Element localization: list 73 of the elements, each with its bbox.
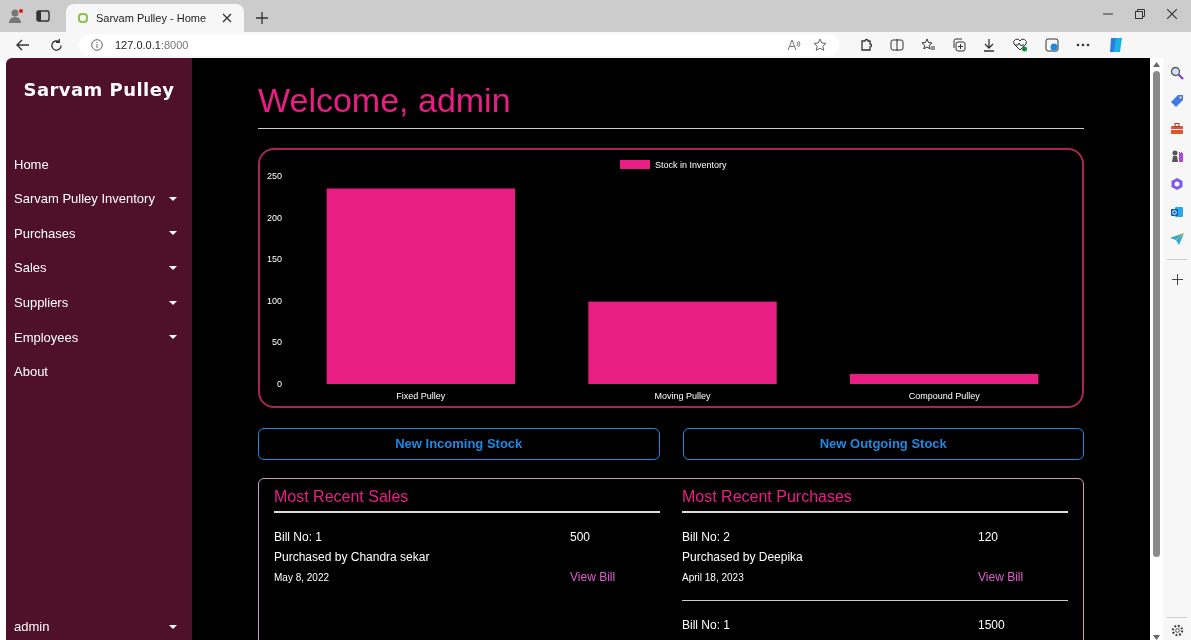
nav-item[interactable]: Purchases	[6, 216, 192, 251]
axis-category-label: Moving Pulley	[654, 391, 711, 401]
page-heading: Welcome, admin	[258, 78, 1084, 129]
bill-amount: 1500	[978, 617, 1006, 634]
axis-tick-label: 100	[266, 295, 282, 306]
close-icon[interactable]	[1167, 9, 1177, 19]
address-bar[interactable]: 127.0.0.1:8000	[79, 34, 839, 56]
nav-item[interactable]: Suppliers	[6, 285, 192, 320]
axis-category-label: Compound Pulley	[908, 391, 980, 401]
health-icon[interactable]	[1012, 38, 1028, 52]
copilot-icon[interactable]	[1107, 36, 1125, 54]
bill-date: May 8, 2022	[274, 570, 331, 585]
url-port-text: :8000	[160, 38, 189, 51]
site-favicon	[78, 13, 88, 23]
stock-button[interactable]: New Incoming Stock	[258, 428, 660, 460]
legend-label: Stock in Inventory	[655, 160, 727, 170]
scroll-down-icon[interactable]	[1153, 635, 1160, 640]
bill-date: April 18, 2023	[682, 570, 745, 585]
party-name: Purchased by Chandra sekar	[274, 549, 431, 566]
scroll-up-icon[interactable]	[1153, 62, 1160, 67]
stock-button[interactable]: New Outgoing Stock	[682, 428, 1084, 460]
reload-icon[interactable]	[50, 38, 63, 52]
bill-number: Bill No: 1	[682, 617, 732, 634]
collections-icon[interactable]	[952, 38, 966, 52]
axis-category-label: Fixed Pulley	[396, 391, 446, 401]
section-title: Most Recent Purchases	[682, 485, 1068, 513]
section-title: Most Recent Sales	[274, 485, 660, 513]
read-aloud-icon[interactable]	[787, 39, 801, 51]
toolbox-icon[interactable]	[1170, 122, 1184, 135]
info-icon	[91, 39, 103, 51]
bill-number: Bill No: 1	[274, 529, 324, 546]
close-icon[interactable]	[222, 13, 232, 23]
axis-tick-label: 0	[277, 379, 282, 389]
brand-title: Sarvam Pulley	[22, 78, 176, 102]
view-bill-link[interactable]: View Bill	[570, 568, 660, 586]
tab-title: Sarvam Pulley - Home	[96, 10, 208, 26]
bill-amount: 500	[570, 529, 592, 546]
scrollbar-thumb[interactable]	[1153, 71, 1160, 557]
tag-icon[interactable]	[1170, 94, 1184, 108]
view-bill-link[interactable]: View Bill	[978, 568, 1068, 586]
axis-tick-label: 200	[266, 212, 282, 223]
download-icon[interactable]	[983, 38, 995, 52]
party-name: Purchased by Deepika	[682, 549, 804, 566]
axis-tick-label: 250	[266, 171, 282, 181]
new-tab-icon[interactable]	[256, 12, 268, 24]
search-icon[interactable]	[1170, 66, 1184, 80]
nav-item[interactable]: Home	[6, 147, 192, 182]
tab-actions-icon[interactable]	[36, 9, 50, 23]
more-icon[interactable]	[1076, 43, 1090, 47]
office-icon[interactable]	[1170, 177, 1184, 191]
extensions-icon[interactable]	[859, 38, 873, 52]
browser-tab[interactable]: Sarvam Pulley - Home	[66, 4, 244, 32]
star-icon[interactable]	[813, 38, 827, 52]
restore-icon[interactable]	[1135, 9, 1145, 19]
chess-icon[interactable]	[1170, 149, 1184, 163]
browser-essentials-icon[interactable]	[1045, 38, 1059, 52]
bill-number: Bill No: 2	[682, 529, 732, 546]
axis-tick-label: 150	[266, 254, 282, 265]
settings-icon[interactable]	[1170, 624, 1184, 637]
nav-item[interactable]: Sales	[6, 250, 192, 286]
favorites-icon[interactable]	[921, 38, 935, 52]
nav-item[interactable]: Sarvam Pulley Inventory	[6, 181, 192, 217]
url-text: 127.0.0.1	[115, 38, 161, 51]
axis-tick-label: 50	[272, 337, 282, 348]
add-icon[interactable]	[1171, 274, 1183, 285]
nav-item[interactable]: About	[6, 354, 192, 390]
outlook-icon[interactable]	[1170, 205, 1184, 219]
nav-item[interactable]: Employees	[6, 319, 192, 355]
nav-item[interactable]: admin	[6, 609, 192, 640]
bill-amount: 120	[978, 529, 1000, 546]
back-icon[interactable]	[16, 39, 30, 51]
split-screen-icon[interactable]	[890, 39, 904, 51]
profile-icon[interactable]	[8, 8, 24, 24]
